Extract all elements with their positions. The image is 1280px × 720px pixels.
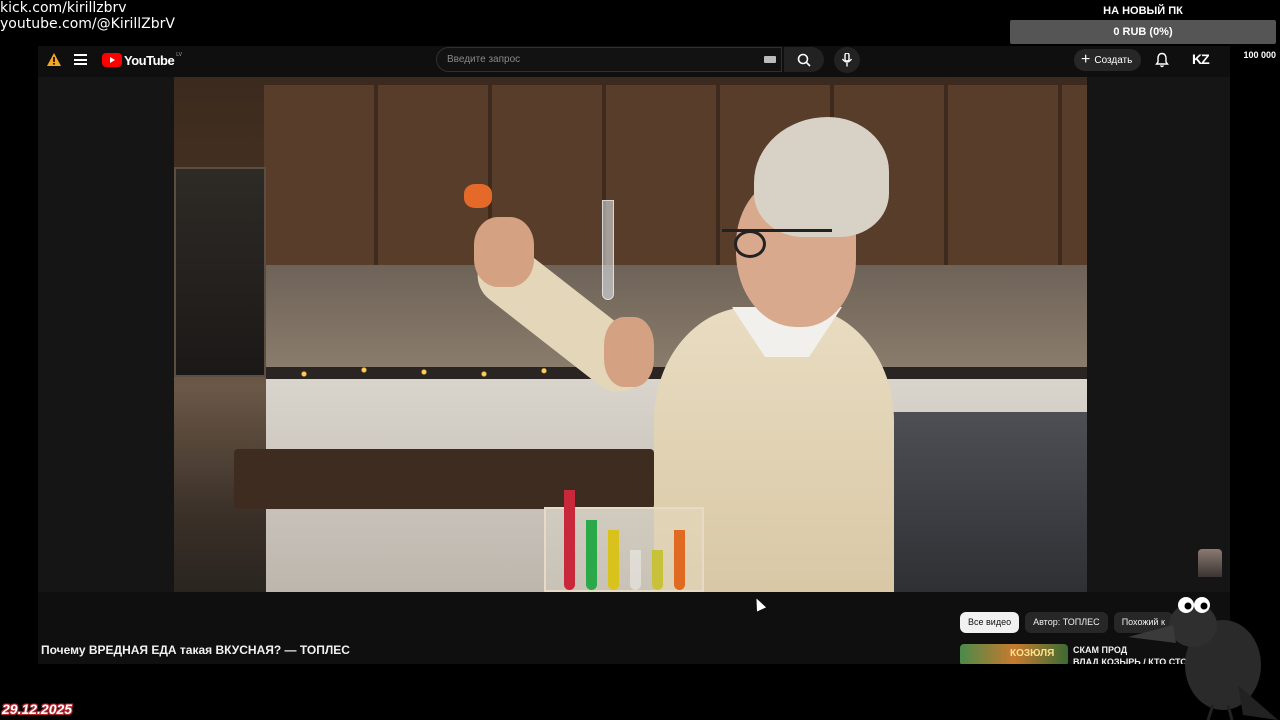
logo-region: LV: [176, 52, 182, 58]
warning-icon[interactable]: [47, 53, 61, 66]
video-player[interactable]: [38, 77, 1230, 592]
logo-text: YouTube: [124, 52, 175, 68]
recommended-thumbnail[interactable]: КОЗЮЛЯ: [960, 644, 1068, 664]
goal-progress-bar: 0 RUB (0%): [1010, 20, 1276, 44]
create-label: Создать: [1094, 54, 1133, 66]
bell-icon[interactable]: [1154, 52, 1170, 68]
stream-date: 29.12.2025: [2, 701, 73, 717]
chip-author[interactable]: Автор: ТОПЛЕС: [1025, 612, 1108, 633]
video-title: Почему ВРЕДНАЯ ЕДА такая ВКУСНАЯ? — ТОПЛ…: [41, 643, 350, 657]
watch-page-below-player: Почему ВРЕДНАЯ ЕДА такая ВКУСНАЯ? — ТОПЛ…: [38, 592, 1230, 664]
test-tube: [602, 200, 614, 300]
stream-links: kick.com/kirillzbrv youtube.com/@KirillZ…: [0, 0, 175, 32]
search-input[interactable]: [437, 48, 781, 71]
account-avatar[interactable]: KZ: [1192, 51, 1210, 67]
test-tube-rack: [544, 490, 704, 592]
search-box: [436, 47, 782, 72]
goal-max: 100 000: [1243, 50, 1276, 60]
youtube-header: YouTube LV + Создать KZ: [38, 46, 1230, 74]
video-frame[interactable]: [174, 77, 1087, 592]
mic-icon: [841, 53, 853, 67]
streamer-avatar: [1198, 549, 1222, 577]
play-logo-icon: [102, 53, 122, 67]
youtube-link: youtube.com/@KirillZbrV: [0, 16, 175, 32]
donation-goal: НА НОВЫЙ ПК 0 RUB (0%) 0 100 000: [1010, 2, 1276, 60]
voice-search-button[interactable]: [834, 47, 860, 73]
browser-window: YouTube LV + Создать KZ: [38, 46, 1230, 664]
crow-mascot-icon: [1128, 597, 1278, 720]
kick-link: kick.com/kirillzbrv: [0, 0, 127, 16]
chip-all-videos[interactable]: Все видео: [960, 612, 1020, 633]
plus-icon: +: [1081, 51, 1091, 68]
search-button[interactable]: [784, 47, 824, 72]
menu-icon[interactable]: [74, 54, 87, 65]
goal-title: НА НОВЫЙ ПК: [1103, 5, 1183, 17]
search-icon: [797, 53, 811, 67]
keyboard-icon[interactable]: [764, 56, 776, 63]
thumbnail-text: КОЗЮЛЯ: [1010, 648, 1055, 659]
create-button[interactable]: + Создать: [1074, 49, 1142, 71]
youtube-logo[interactable]: YouTube LV: [102, 52, 182, 68]
